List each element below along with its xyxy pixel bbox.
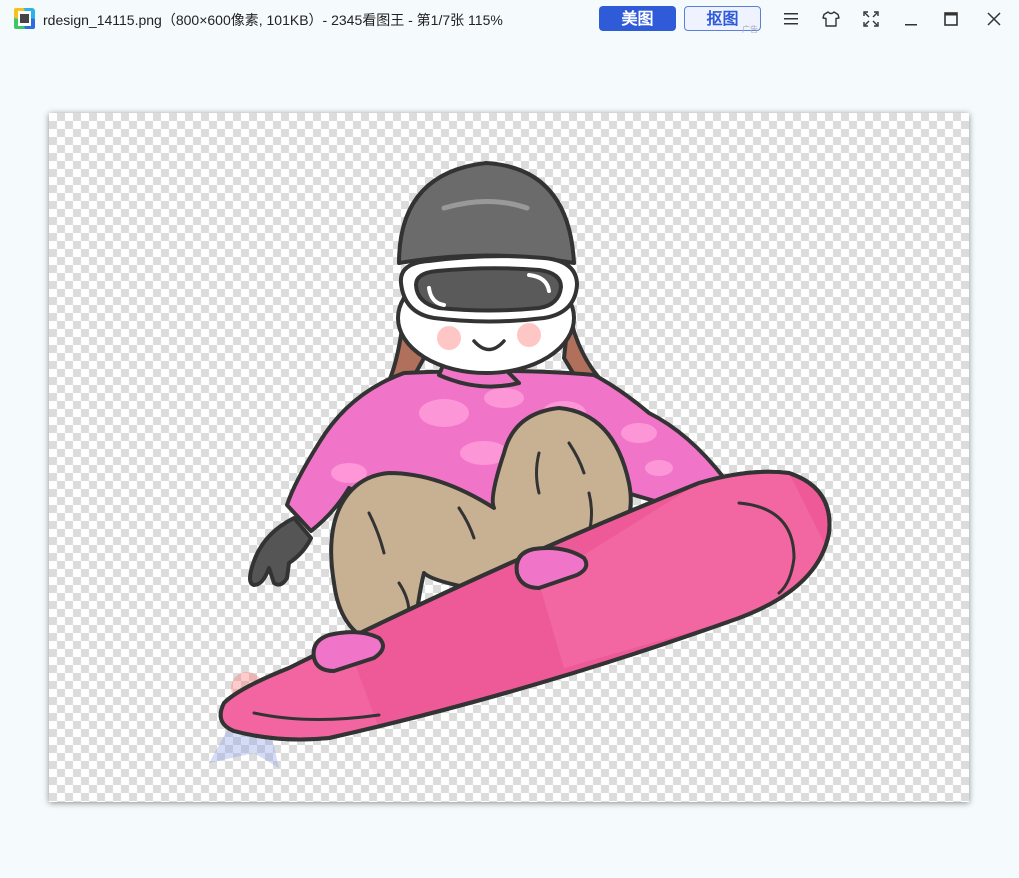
menu-icon xyxy=(784,13,798,25)
image-canvas[interactable] xyxy=(49,113,969,802)
beanie xyxy=(397,161,576,265)
glove xyxy=(248,516,313,587)
window-title: rdesign_14115.png（800×600像素, 101KB）- 234… xyxy=(43,12,503,28)
snowboarder-illustration xyxy=(209,161,832,768)
close-icon xyxy=(987,12,1001,26)
minimize-button[interactable] xyxy=(898,6,924,32)
title-bar: rdesign_14115.png（800×600像素, 101KB）- 234… xyxy=(0,0,1019,40)
minimize-icon xyxy=(905,24,917,26)
menu-button[interactable] xyxy=(778,6,804,32)
maximize-icon xyxy=(944,12,958,26)
shirt-icon xyxy=(822,11,840,27)
skin-button[interactable] xyxy=(818,6,844,32)
maximize-button[interactable] xyxy=(938,6,964,32)
ad-tag: 广告 xyxy=(742,25,758,34)
app-logo-icon xyxy=(14,8,35,29)
fullscreen-icon xyxy=(863,11,879,27)
close-button[interactable] xyxy=(981,6,1007,32)
fullscreen-button[interactable] xyxy=(858,6,884,32)
meitu-button[interactable]: 美图 xyxy=(599,6,676,31)
